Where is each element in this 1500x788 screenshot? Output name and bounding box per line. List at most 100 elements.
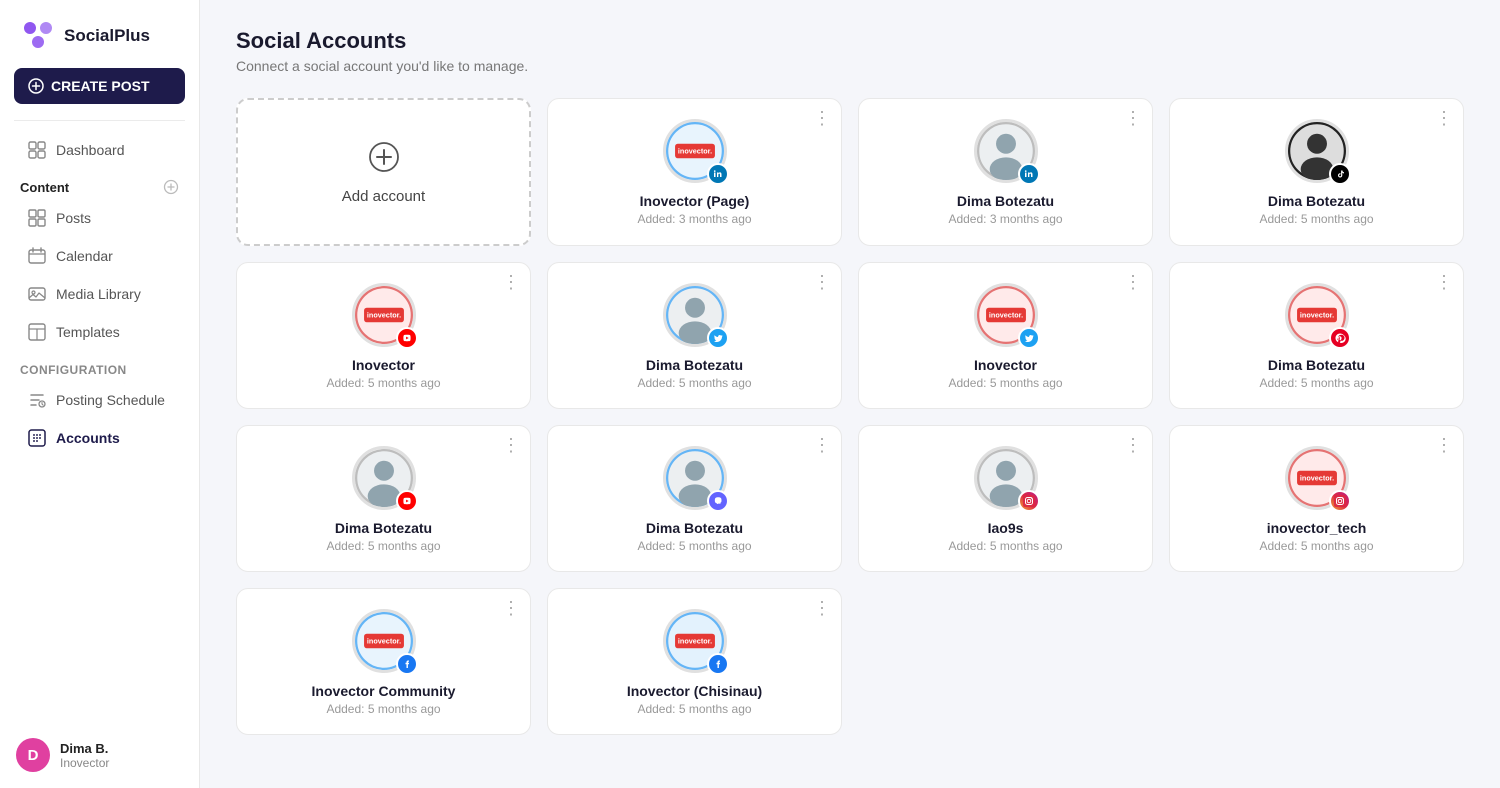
main-content: Social Accounts Connect a social account… [200,0,1500,788]
account-name: Inovector [352,357,415,373]
sidebar-item-media-library[interactable]: Media Library [8,276,191,312]
logo-icon [20,18,56,54]
account-card[interactable]: ⋮ Dima Botezatu Added: 5 months ago [236,425,531,572]
card-menu-button[interactable]: ⋮ [813,109,831,127]
media-library-label: Media Library [56,286,141,302]
card-menu-button[interactable]: ⋮ [502,599,520,617]
account-added: Added: 5 months ago [637,539,751,553]
account-added: Added: 5 months ago [948,539,1062,553]
sidebar-item-calendar[interactable]: Calendar [8,238,191,274]
account-card[interactable]: ⋮ Dima Botezatu Added: 5 months ago [547,262,842,409]
account-added: Added: 5 months ago [326,702,440,716]
instagram-badge [1329,490,1351,512]
svg-text:inovector.: inovector. [1299,474,1333,483]
linkedin-badge [707,163,729,185]
account-card[interactable]: ⋮ inovector. inovector_tech Added: 5 mon… [1169,425,1464,572]
sidebar-item-posts[interactable]: Posts [8,200,191,236]
account-card[interactable]: ⋮ inovector. Inovector Added: 5 months a… [858,262,1153,409]
account-name: Dima Botezatu [646,520,743,536]
account-card[interactable]: ⋮ inovector. Dima Botezatu Added: 5 mont… [1169,262,1464,409]
user-avatar: D [16,738,50,772]
card-menu-button[interactable]: ⋮ [1435,109,1453,127]
accounts-icon [28,429,46,447]
config-section-label: Configuration [0,351,199,381]
account-added: Added: 5 months ago [1259,539,1373,553]
add-account-icon [368,141,400,180]
add-content-icon[interactable] [163,179,179,195]
svg-text:inovector.: inovector. [677,147,711,156]
card-menu-button[interactable]: ⋮ [502,273,520,291]
avatar-wrap: inovector. [352,283,416,347]
card-menu-button[interactable]: ⋮ [1435,273,1453,291]
account-added: Added: 3 months ago [948,212,1062,226]
sidebar-item-dashboard[interactable]: Dashboard [8,132,191,168]
account-card[interactable]: ⋮ inovector. Inovector Community Added: … [236,588,531,735]
account-added: Added: 5 months ago [326,376,440,390]
twitter-badge [1018,327,1040,349]
posts-icon [28,209,46,227]
user-profile[interactable]: D Dima B. Inovector [0,726,199,772]
account-card[interactable]: ⋮ Dima Botezatu Added: 5 months ago [547,425,842,572]
account-name: Iao9s [988,520,1024,536]
twitter-badge [707,327,729,349]
divider-top [14,120,185,121]
sidebar-item-posting-schedule[interactable]: Posting Schedule [8,382,191,418]
account-card[interactable]: ⋮ inovector. Inovector (Chisinau) Added:… [547,588,842,735]
avatar-wrap: inovector. [974,283,1038,347]
account-card[interactable]: ⋮ Iao9s Added: 5 months ago [858,425,1153,572]
account-name: Dima Botezatu [646,357,743,373]
card-menu-button[interactable]: ⋮ [813,436,831,454]
account-card[interactable]: ⋮ Dima Botezatu Added: 5 months ago [1169,98,1464,246]
posting-schedule-label: Posting Schedule [56,392,165,408]
avatar-wrap [663,446,727,510]
linkedin-badge [1018,163,1040,185]
card-menu-button[interactable]: ⋮ [1124,109,1142,127]
account-added: Added: 5 months ago [637,376,751,390]
youtube-badge [396,490,418,512]
create-post-button[interactable]: CREATE POST [14,68,185,104]
card-menu-button[interactable]: ⋮ [1435,436,1453,454]
svg-text:inovector.: inovector. [988,311,1022,320]
account-name: Dima Botezatu [1268,193,1365,209]
card-menu-button[interactable]: ⋮ [1124,273,1142,291]
avatar-wrap [974,446,1038,510]
dashboard-label: Dashboard [56,142,125,158]
avatar-wrap [974,119,1038,183]
schedule-icon [28,391,46,409]
account-added: Added: 5 months ago [1259,376,1373,390]
calendar-icon [28,247,46,265]
calendar-label: Calendar [56,248,113,264]
dashboard-icon [28,141,46,159]
mastodon-badge [707,490,729,512]
logo-text: SocialPlus [64,26,150,46]
tiktok-badge [1329,163,1351,185]
sidebar-item-templates[interactable]: Templates [8,314,191,350]
card-menu-button[interactable]: ⋮ [502,436,520,454]
avatar-wrap: inovector. [663,119,727,183]
add-account-card[interactable]: Add account [236,98,531,246]
avatar-wrap [1285,119,1349,183]
account-name: Dima Botezatu [335,520,432,536]
sidebar-item-accounts[interactable]: Accounts [8,420,191,456]
page-title: Social Accounts [236,28,1464,54]
templates-icon [28,323,46,341]
svg-text:inovector.: inovector. [366,311,400,320]
account-card[interactable]: ⋮ Dima Botezatu Added: 3 months ago [858,98,1153,246]
account-added: Added: 5 months ago [637,702,751,716]
account-name: Dima Botezatu [1268,357,1365,373]
account-added: Added: 5 months ago [1259,212,1373,226]
sidebar: SocialPlus CREATE POST Dashboard Content [0,0,200,788]
account-card[interactable]: ⋮ inovector. Inovector (Page) Added: 3 m… [547,98,842,246]
card-menu-button[interactable]: ⋮ [813,273,831,291]
facebook-badge [707,653,729,675]
account-name: Inovector Community [312,683,456,699]
card-menu-button[interactable]: ⋮ [1124,436,1142,454]
account-card[interactable]: ⋮ inovector. Inovector Added: 5 months a… [236,262,531,409]
svg-text:inovector.: inovector. [677,637,711,646]
svg-text:inovector.: inovector. [1299,311,1333,320]
avatar-wrap [663,283,727,347]
account-name: Inovector [974,357,1037,373]
card-menu-button[interactable]: ⋮ [813,599,831,617]
account-name: Inovector (Chisinau) [627,683,762,699]
account-added: Added: 5 months ago [948,376,1062,390]
